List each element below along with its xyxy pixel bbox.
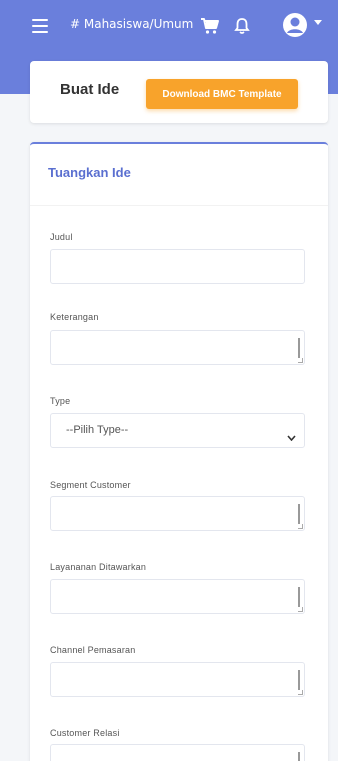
form-heading: Tuangkan Ide <box>48 165 131 180</box>
cart-icon[interactable] <box>200 16 220 36</box>
type-select[interactable]: --Pilih Type-- <box>50 413 305 448</box>
judul-label: Judul <box>50 232 73 242</box>
textarea-resize-handle[interactable] <box>298 524 303 529</box>
keterangan-label: Keterangan <box>50 312 99 322</box>
type-select-value: --Pilih Type-- <box>66 424 129 436</box>
download-bmc-template-button[interactable]: Download BMC Template <box>146 79 298 109</box>
textarea-resize-handle[interactable] <box>298 358 303 363</box>
judul-input[interactable] <box>50 249 305 284</box>
hamburger-icon[interactable] <box>32 19 48 33</box>
type-label: Type <box>50 396 71 406</box>
customer-relasi-textarea[interactable] <box>50 744 305 761</box>
textarea-scroll-grip <box>298 587 300 607</box>
segment-customer-label: Segment Customer <box>50 480 131 490</box>
chevron-down-icon <box>287 428 296 442</box>
page-title: Buat Ide <box>60 81 120 98</box>
idea-form-card: Tuangkan Ide Judul Keterangan Type --Pil… <box>30 142 328 761</box>
top-navbar: # Mahasiswa/Umum <box>0 0 338 52</box>
textarea-resize-handle[interactable] <box>298 607 303 612</box>
user-avatar-icon[interactable] <box>282 12 308 38</box>
caret-down-icon[interactable] <box>314 20 322 26</box>
bell-icon[interactable] <box>234 17 250 35</box>
textarea-resize-handle[interactable] <box>298 690 303 695</box>
form-header: Tuangkan Ide <box>30 144 328 206</box>
textarea-scroll-grip <box>298 670 300 690</box>
customer-relasi-label: Customer Relasi <box>50 728 120 738</box>
navbar-brand[interactable]: # Mahasiswa/Umum <box>70 17 193 31</box>
page-title-card: Buat Ide Download BMC Template <box>30 61 328 123</box>
channel-pemasaran-label: Channel Pemasaran <box>50 645 136 655</box>
layanan-label: Layananan Ditawarkan <box>50 562 147 572</box>
textarea-scroll-grip <box>298 752 300 761</box>
textarea-scroll-grip <box>298 338 300 358</box>
keterangan-textarea[interactable] <box>50 330 305 365</box>
textarea-scroll-grip <box>298 504 300 524</box>
channel-pemasaran-textarea[interactable] <box>50 662 305 697</box>
segment-customer-textarea[interactable] <box>50 496 305 531</box>
layanan-textarea[interactable] <box>50 579 305 614</box>
